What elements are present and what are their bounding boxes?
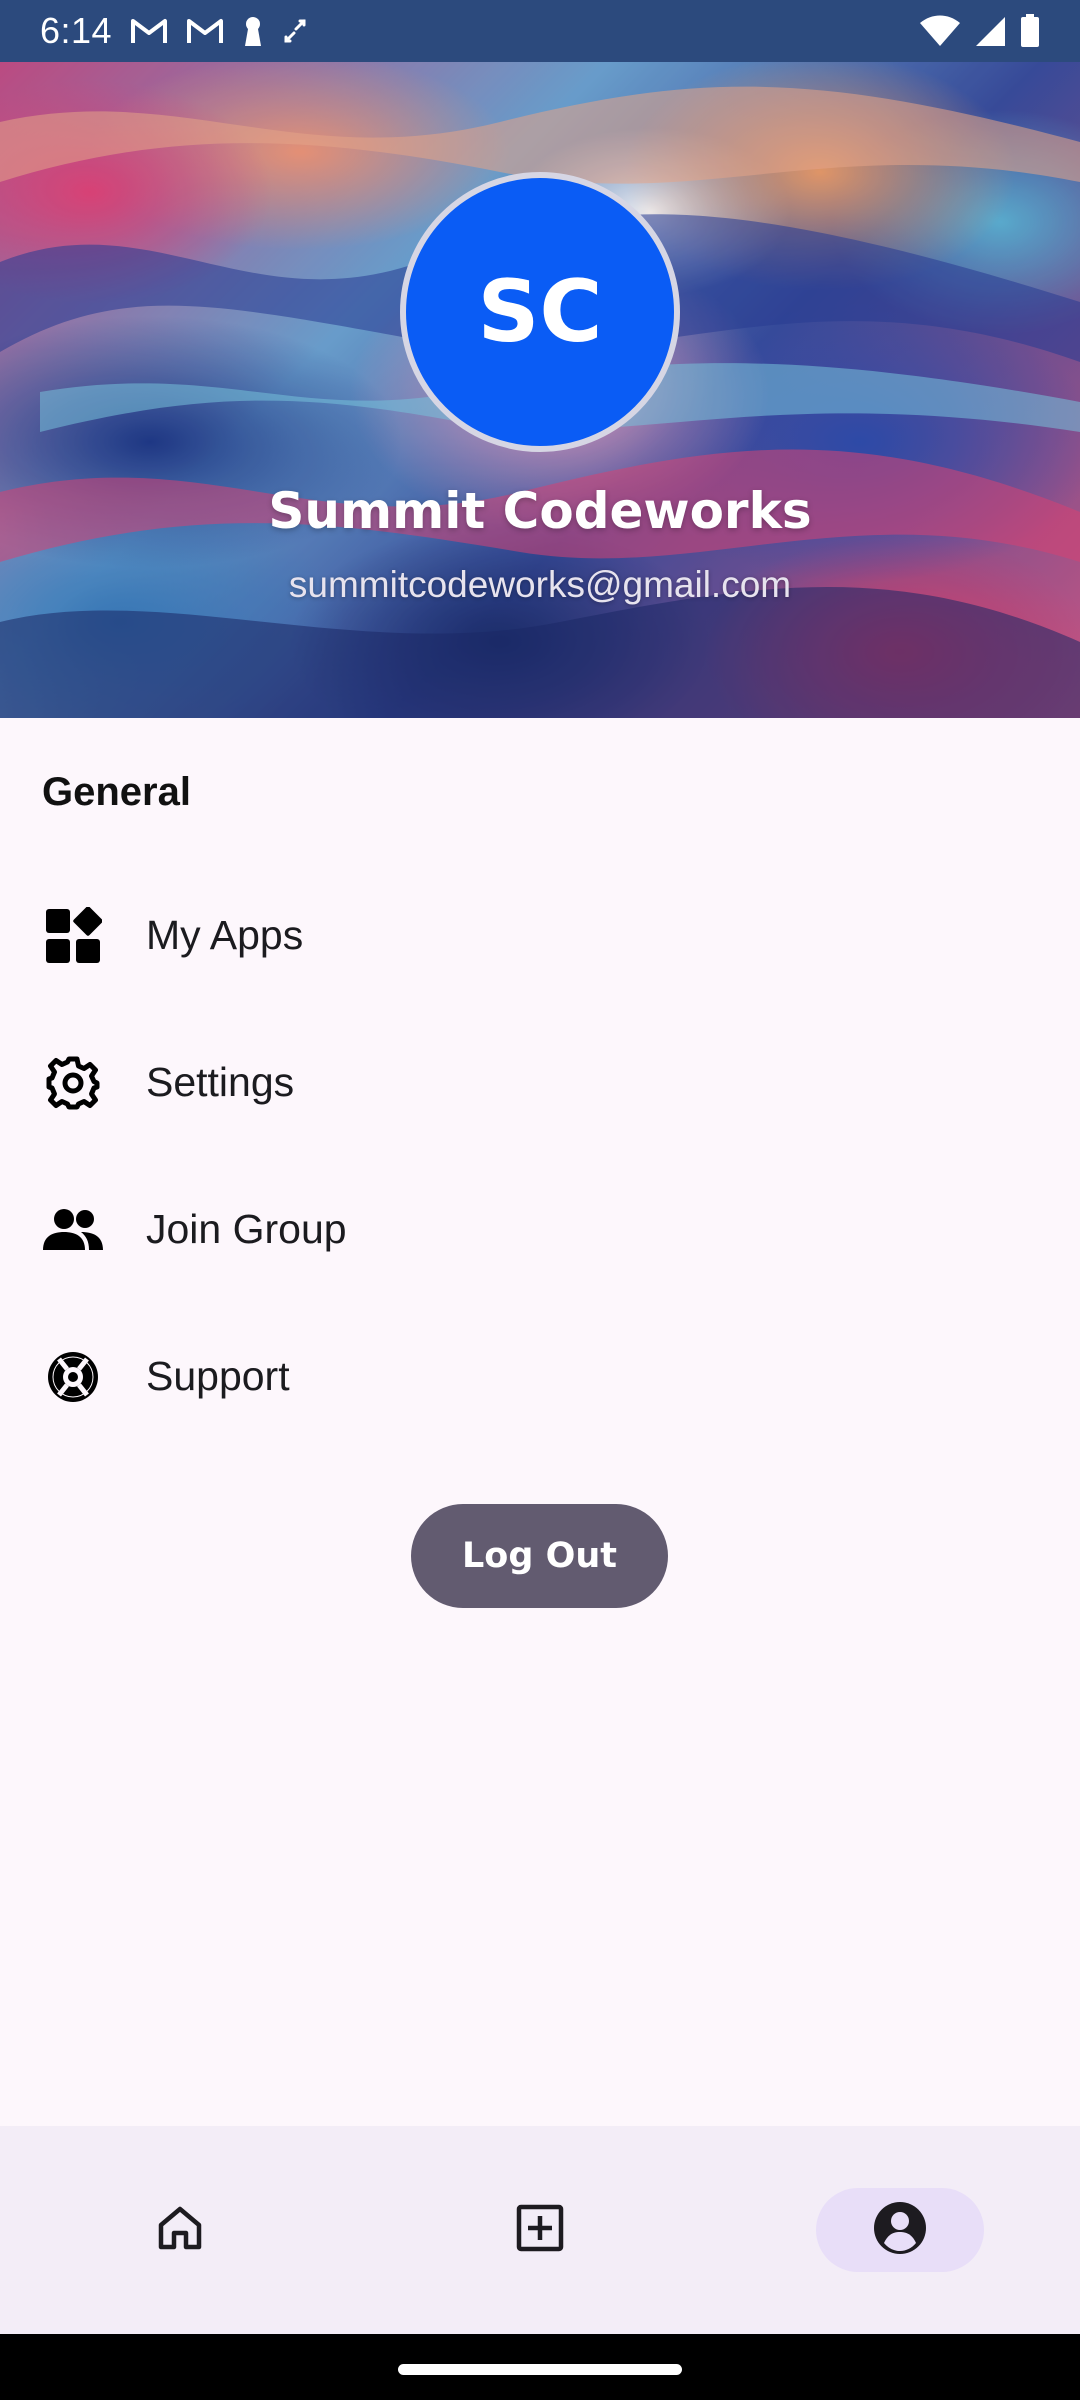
logout-button[interactable]: Log Out [411,1504,668,1608]
nav-pill-active [816,2188,984,2272]
avatar-initials: SC [477,262,603,362]
profile-name: Summit Codeworks [268,482,812,540]
add-box-icon [515,2203,565,2258]
sync-icon [282,17,308,45]
menu-item-join-group[interactable]: Join Group [0,1156,1080,1303]
keyhole-icon [242,15,264,47]
nav-pill [456,2188,624,2272]
gmail-icon [130,16,168,46]
profile-header: SC Summit Codeworks summitcodeworks@gmai… [0,62,1080,718]
section-title-general: General [42,770,191,814]
gear-icon [42,1052,104,1114]
menu-label: Support [146,1353,290,1399]
menu-item-my-apps[interactable]: My Apps [0,862,1080,1009]
notification-icons [130,15,308,47]
system-icons [920,14,1040,48]
gmail-icon [186,16,224,46]
menu-label: My Apps [146,912,304,958]
status-time: 6:14 [40,10,113,51]
signal-icon [974,15,1006,47]
nav-add[interactable] [360,2126,720,2334]
apps-grid-icon [42,905,104,967]
menu-item-support[interactable]: Support [0,1303,1080,1450]
battery-icon [1020,14,1040,48]
menu-item-settings[interactable]: Settings [0,1009,1080,1156]
status-bar: 6:14 [0,0,1080,62]
nav-pill [96,2188,264,2272]
profile-email: summitcodeworks@gmail.com [288,564,792,605]
lifebuoy-icon [42,1346,104,1408]
menu-label: Settings [146,1059,295,1105]
home-icon [155,2203,205,2258]
account-circle-icon [873,2201,927,2260]
general-menu: My Apps Settings Join Group Support [0,862,1080,1450]
nav-home[interactable] [0,2126,360,2334]
gesture-handle[interactable] [398,2364,682,2375]
group-icon [42,1199,104,1261]
wifi-icon [920,15,960,47]
bottom-navigation [0,2126,1080,2334]
menu-label: Join Group [146,1206,347,1252]
profile-screen: 6:14 SC Summit Codeworks summitcodeworks… [0,0,1080,2400]
nav-profile[interactable] [720,2126,1080,2334]
avatar[interactable]: SC [400,172,680,452]
